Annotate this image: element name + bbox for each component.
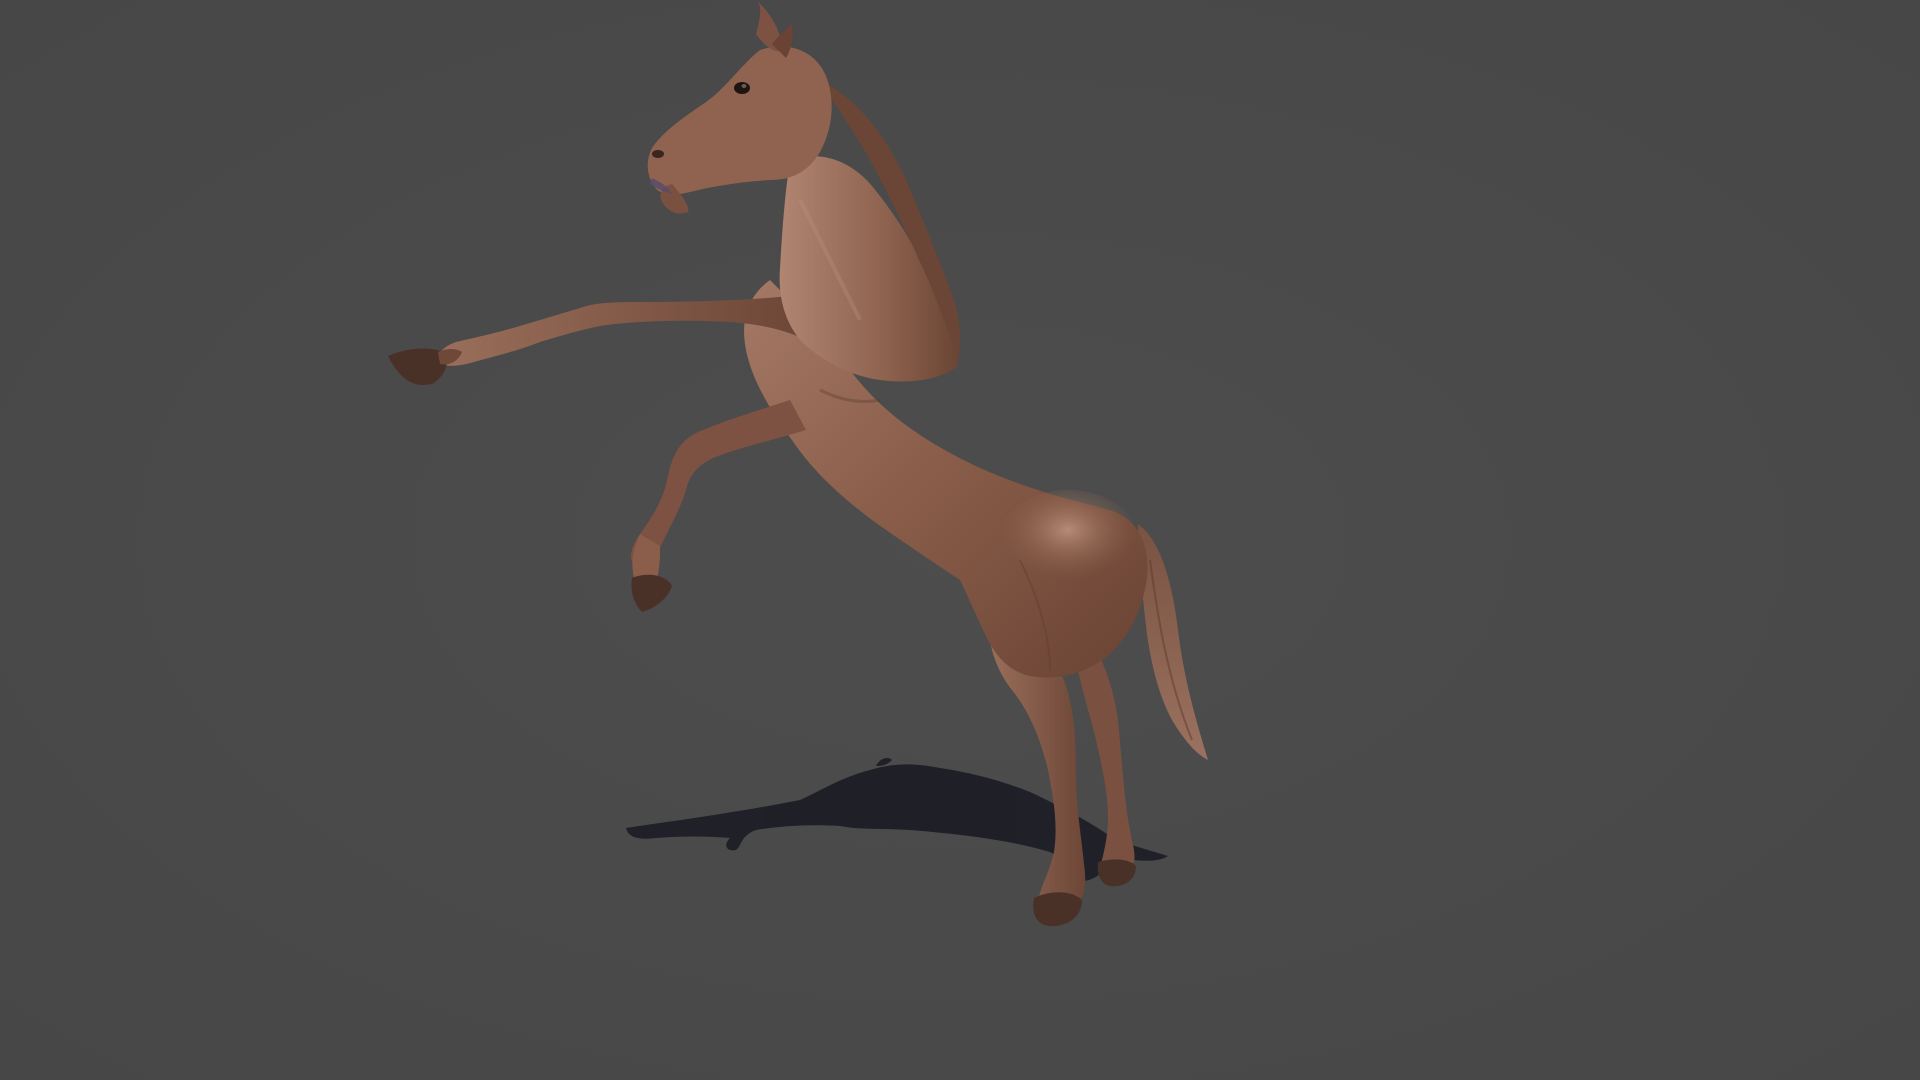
horse-eye (734, 82, 750, 94)
3d-viewport[interactable] (0, 0, 1920, 1080)
horse-rump-highlight (998, 490, 1138, 590)
scene-canvas[interactable] (0, 0, 1920, 1080)
horse-nostril (652, 150, 664, 158)
